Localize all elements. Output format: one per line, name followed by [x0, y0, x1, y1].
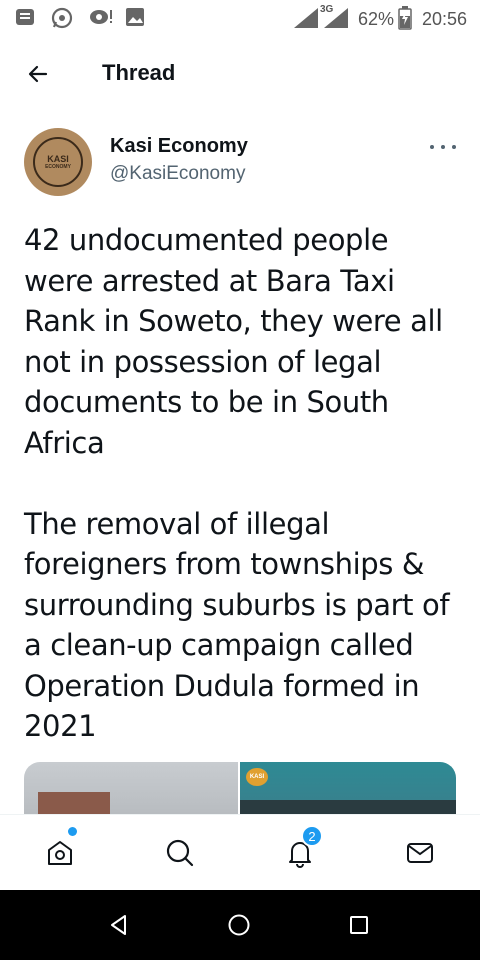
more-dot [430, 145, 434, 149]
home-icon [48, 841, 72, 865]
nav-search[interactable] [160, 833, 200, 873]
square-recents-icon [350, 916, 368, 934]
roof-shape [240, 800, 456, 814]
notifications-badge: 2 [301, 825, 323, 847]
tweet-media[interactable]: KASI [24, 762, 456, 814]
author-handle[interactable]: @KasiEconomy [110, 163, 245, 185]
status-bar: 3G 62% 20:56 [0, 0, 480, 36]
battery-charging-icon [398, 6, 412, 35]
more-dot [441, 145, 445, 149]
triangle-back-icon [111, 915, 126, 935]
system-home-button[interactable] [224, 910, 254, 940]
avatar[interactable]: KASI ECONOMY [24, 128, 92, 196]
author-name[interactable]: Kasi Economy [110, 135, 248, 158]
building-shape [38, 792, 110, 814]
avatar-logo: KASI ECONOMY [33, 137, 83, 187]
avatar-text-top: KASI [47, 153, 69, 164]
back-arrow-icon [28, 65, 48, 83]
bottom-nav: 2 [0, 814, 480, 890]
whatsapp-icon [50, 6, 74, 35]
tweet-text: 42 undocumented people were arrested at … [24, 223, 450, 743]
nav-home[interactable] [40, 833, 80, 873]
circle-home-icon [228, 914, 250, 936]
back-button[interactable] [20, 56, 56, 92]
mail-icon [407, 843, 433, 863]
system-recents-button[interactable] [344, 910, 374, 940]
search-icon [166, 839, 194, 867]
media-sticker: KASI [246, 768, 268, 786]
clock: 20:56 [422, 9, 468, 29]
chat-bubble-icon [88, 6, 114, 35]
system-nav-bar [0, 890, 480, 960]
more-options-button[interactable] [430, 140, 456, 154]
media-image-2[interactable]: KASI [240, 762, 456, 814]
more-dot [452, 145, 456, 149]
home-unread-dot [68, 827, 77, 836]
system-back-button[interactable] [104, 910, 134, 940]
page-title: Thread [102, 60, 176, 85]
message-icon [14, 6, 36, 33]
signal-icon-2 [324, 8, 348, 33]
thread-header: Thread [0, 36, 480, 108]
avatar-text-bottom: ECONOMY [45, 163, 71, 170]
nav-messages[interactable] [400, 833, 440, 873]
media-image-1[interactable] [24, 762, 238, 814]
signal-icon [294, 8, 318, 33]
image-icon [124, 6, 146, 33]
battery-percentage: 62% [358, 9, 395, 29]
